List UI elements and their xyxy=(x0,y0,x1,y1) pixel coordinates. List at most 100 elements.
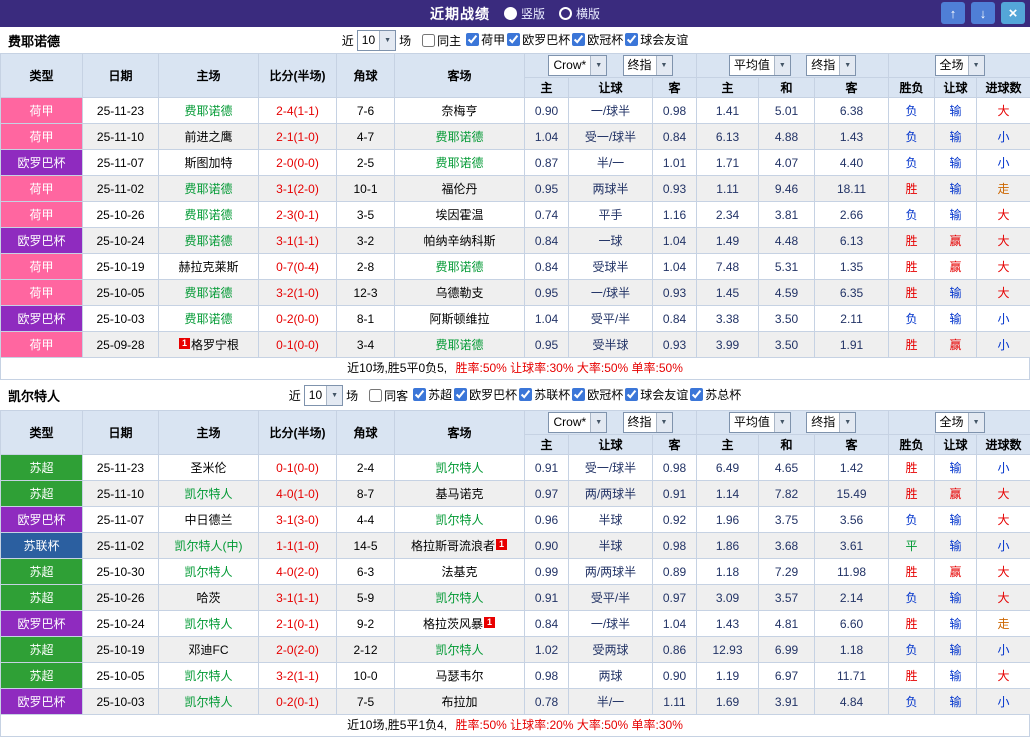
home-team-name[interactable]: 凯尔特人 xyxy=(184,617,232,631)
league-filter[interactable]: 欧冠杯 xyxy=(572,31,623,48)
odds-company-dropdown[interactable]: Crow*▼ xyxy=(548,55,607,76)
handicap-time-dropdown[interactable]: 终指▼ xyxy=(623,412,673,433)
away-team-name[interactable]: 费耶诺德 xyxy=(435,338,483,352)
home-team-name[interactable]: 费耶诺德 xyxy=(184,208,232,222)
layout-option-horizontal[interactable]: 横版 xyxy=(559,5,600,22)
home-team[interactable]: 邓迪FC xyxy=(159,637,259,663)
odds-time-dropdown[interactable]: 终指▼ xyxy=(806,55,856,76)
home-team-name[interactable]: 格罗宁根 xyxy=(191,338,239,352)
match-score[interactable]: 3-2(1-1) xyxy=(259,663,337,689)
home-team[interactable]: 费耶诺德 xyxy=(159,280,259,306)
home-team-name[interactable]: 凯尔特人 xyxy=(184,565,232,579)
away-team-name[interactable]: 基马诺克 xyxy=(435,487,483,501)
home-team[interactable]: 斯图加特 xyxy=(159,150,259,176)
away-team-name[interactable]: 阿斯顿维拉 xyxy=(429,312,489,326)
league-filter[interactable]: 欧冠杯 xyxy=(572,386,623,403)
league-checkbox[interactable] xyxy=(625,388,638,401)
match-score[interactable]: 2-3(0-1) xyxy=(259,202,337,228)
home-team[interactable]: 凯尔特人(中) xyxy=(159,533,259,559)
league-checkbox[interactable] xyxy=(690,388,703,401)
match-score[interactable]: 4-0(2-0) xyxy=(259,559,337,585)
scope-checkbox[interactable] xyxy=(369,389,382,402)
league-checkbox[interactable] xyxy=(466,33,479,46)
move-up-button[interactable]: ↑ xyxy=(941,2,965,24)
match-score[interactable]: 2-0(0-0) xyxy=(259,150,337,176)
home-team[interactable]: 凯尔特人 xyxy=(159,663,259,689)
away-team[interactable]: 阿斯顿维拉 xyxy=(395,306,525,332)
home-team-name[interactable]: 哈茨 xyxy=(196,591,220,605)
away-team-name[interactable]: 马瑟韦尔 xyxy=(435,669,483,683)
league-filter[interactable]: 苏超 xyxy=(413,386,452,403)
layout-option-vertical[interactable]: 竖版 xyxy=(504,5,545,22)
home-team[interactable]: 费耶诺德 xyxy=(159,202,259,228)
away-team[interactable]: 格拉斯哥流浪者1 xyxy=(395,533,525,559)
league-filter[interactable]: 苏联杯 xyxy=(519,386,570,403)
home-team[interactable]: 费耶诺德 xyxy=(159,98,259,124)
home-team[interactable]: 凯尔特人 xyxy=(159,689,259,715)
away-team[interactable]: 费耶诺德 xyxy=(395,254,525,280)
scope-checkbox[interactable] xyxy=(422,34,435,47)
league-filter[interactable]: 球会友谊 xyxy=(625,386,688,403)
home-team-name[interactable]: 前进之鹰 xyxy=(184,130,232,144)
home-team-name[interactable]: 赫拉克莱斯 xyxy=(178,260,238,274)
away-team[interactable]: 奈梅亨 xyxy=(395,98,525,124)
league-checkbox[interactable] xyxy=(519,388,532,401)
scope-filter[interactable]: 同主 xyxy=(422,32,461,49)
average-dropdown[interactable]: 平均值▼ xyxy=(729,412,791,433)
home-team-name[interactable]: 中日德兰 xyxy=(184,513,232,527)
away-team[interactable]: 格拉茨风暴1 xyxy=(395,611,525,637)
home-team[interactable]: 费耶诺德 xyxy=(159,228,259,254)
away-team-name[interactable]: 凯尔特人 xyxy=(435,591,483,605)
away-team-name[interactable]: 格拉茨风暴 xyxy=(423,617,483,631)
away-team[interactable]: 埃因霍温 xyxy=(395,202,525,228)
away-team[interactable]: 凯尔特人 xyxy=(395,507,525,533)
match-score[interactable]: 0-1(0-0) xyxy=(259,332,337,358)
home-team-name[interactable]: 费耶诺德 xyxy=(184,286,232,300)
home-team-name[interactable]: 费耶诺德 xyxy=(184,234,232,248)
match-score[interactable]: 2-0(2-0) xyxy=(259,637,337,663)
period-dropdown[interactable]: 全场▼ xyxy=(935,412,985,433)
away-team[interactable]: 乌德勒支 xyxy=(395,280,525,306)
away-team[interactable]: 帕纳辛纳科斯 xyxy=(395,228,525,254)
away-team-name[interactable]: 凯尔特人 xyxy=(435,643,483,657)
league-filter[interactable]: 球会友谊 xyxy=(625,31,688,48)
match-score[interactable]: 4-0(1-0) xyxy=(259,481,337,507)
odds-company-dropdown[interactable]: Crow*▼ xyxy=(548,412,607,433)
away-team[interactable]: 凯尔特人 xyxy=(395,455,525,481)
match-score[interactable]: 0-2(0-0) xyxy=(259,306,337,332)
scope-filter[interactable]: 同客 xyxy=(369,387,408,404)
away-team-name[interactable]: 帕纳辛纳科斯 xyxy=(423,234,495,248)
home-team-name[interactable]: 费耶诺德 xyxy=(184,312,232,326)
league-checkbox[interactable] xyxy=(454,388,467,401)
home-team-name[interactable]: 凯尔特人 xyxy=(184,487,232,501)
odds-time-dropdown[interactable]: 终指▼ xyxy=(806,412,856,433)
away-team-name[interactable]: 凯尔特人 xyxy=(435,513,483,527)
league-filter[interactable]: 欧罗巴杯 xyxy=(507,31,570,48)
league-checkbox[interactable] xyxy=(625,33,638,46)
match-score[interactable]: 3-1(1-1) xyxy=(259,585,337,611)
home-team-name[interactable]: 邓迪FC xyxy=(189,643,229,657)
away-team[interactable]: 费耶诺德 xyxy=(395,332,525,358)
match-score[interactable]: 3-2(1-0) xyxy=(259,280,337,306)
average-dropdown[interactable]: 平均值▼ xyxy=(729,55,791,76)
match-score[interactable]: 3-1(2-0) xyxy=(259,176,337,202)
away-team[interactable]: 福伦丹 xyxy=(395,176,525,202)
home-team[interactable]: 凯尔特人 xyxy=(159,481,259,507)
close-button[interactable]: × xyxy=(1001,2,1025,24)
away-team[interactable]: 基马诺克 xyxy=(395,481,525,507)
match-score[interactable]: 0-2(0-1) xyxy=(259,689,337,715)
match-score[interactable]: 2-1(0-1) xyxy=(259,611,337,637)
handicap-time-dropdown[interactable]: 终指▼ xyxy=(623,55,673,76)
home-team[interactable]: 1格罗宁根 xyxy=(159,332,259,358)
home-team[interactable]: 中日德兰 xyxy=(159,507,259,533)
match-score[interactable]: 1-1(1-0) xyxy=(259,533,337,559)
home-team-name[interactable]: 圣米伦 xyxy=(190,461,226,475)
away-team-name[interactable]: 奈梅亨 xyxy=(441,104,477,118)
away-team-name[interactable]: 费耶诺德 xyxy=(435,130,483,144)
home-team[interactable]: 费耶诺德 xyxy=(159,306,259,332)
match-score[interactable]: 0-7(0-4) xyxy=(259,254,337,280)
home-team[interactable]: 圣米伦 xyxy=(159,455,259,481)
away-team-name[interactable]: 费耶诺德 xyxy=(435,156,483,170)
away-team-name[interactable]: 布拉加 xyxy=(441,695,477,709)
home-team-name[interactable]: 凯尔特人 xyxy=(184,669,232,683)
